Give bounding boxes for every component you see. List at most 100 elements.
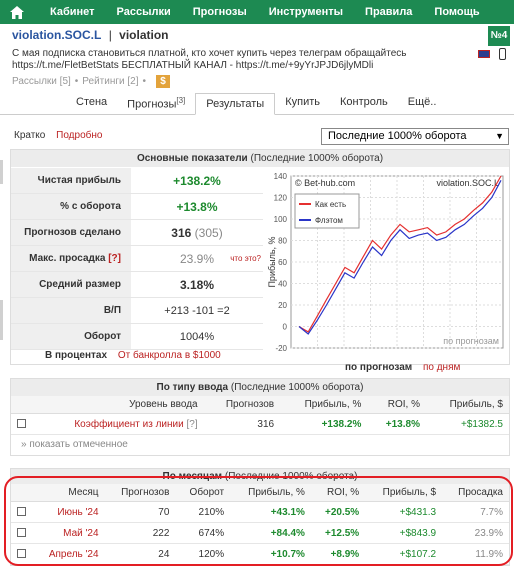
tab-forecasts[interactable]: Прогнозы[3] bbox=[117, 92, 195, 114]
row-checkbox[interactable] bbox=[17, 549, 26, 559]
stat-label: Прогнозов сделано bbox=[11, 220, 131, 245]
tab-buy[interactable]: Купить bbox=[275, 92, 330, 114]
uk-flag-icon[interactable] bbox=[478, 50, 490, 58]
row-checkbox[interactable] bbox=[17, 528, 26, 538]
y-tick-label: 80 bbox=[278, 237, 287, 246]
nav-help[interactable]: Помощь bbox=[434, 6, 479, 18]
cell-profit-usd: +$1382.5 bbox=[425, 413, 509, 435]
header-cell bbox=[11, 484, 32, 502]
period-select[interactable]: Последние 1000% оборота ▼ bbox=[321, 128, 509, 145]
header-cell[interactable]: Просадка bbox=[442, 484, 509, 502]
bank-label[interactable]: От банкролла в $1000 bbox=[118, 350, 221, 361]
header-cell[interactable]: Прибыль, $ bbox=[365, 484, 443, 502]
header-cell[interactable]: Прибыль, % bbox=[280, 396, 368, 414]
stat-label: Средний размер bbox=[11, 272, 131, 297]
header-cell bbox=[11, 396, 32, 414]
cell-count: 222 bbox=[104, 522, 176, 544]
stat-row: Оборот 1004% bbox=[11, 324, 263, 350]
panel-title-rest: (Последние 1000% оборота) bbox=[224, 471, 358, 482]
cell-profit-usd: +$431.3 bbox=[365, 501, 443, 523]
title-separator: | bbox=[108, 28, 112, 42]
y-tick-label: 20 bbox=[278, 301, 287, 310]
cell-month[interactable]: Апрель '24 bbox=[32, 543, 105, 565]
stat-label: Чистая прибыль bbox=[11, 168, 131, 193]
y-tick-label: 140 bbox=[274, 172, 288, 181]
header-cell[interactable]: Уровень ввода bbox=[32, 396, 204, 414]
header-cell[interactable]: ROI, % bbox=[367, 396, 426, 414]
stat-row: Чистая прибыль +138.2% bbox=[11, 168, 263, 194]
nav-forecasts[interactable]: Прогнозы bbox=[193, 6, 247, 18]
stats-table: Чистая прибыль +138.2% % с оборота +13.8… bbox=[11, 168, 263, 350]
pct-label[interactable]: В процентах bbox=[45, 350, 107, 361]
axis-switch: по прогнозам по дням bbox=[345, 362, 460, 373]
profile-nick[interactable]: violation.SOC.L bbox=[12, 28, 101, 42]
stat-label: % с оборота bbox=[11, 194, 131, 219]
y-tick-label: 120 bbox=[274, 194, 288, 203]
cell-count: 70 bbox=[104, 501, 176, 523]
header-cell[interactable]: Оборот bbox=[175, 484, 231, 502]
turnover-value: 1004% bbox=[179, 330, 215, 343]
stat-label: Макс. просадка bbox=[29, 253, 106, 264]
y-tick-label: 60 bbox=[278, 258, 287, 267]
stat-label: Оборот bbox=[11, 324, 131, 349]
row-checkbox[interactable] bbox=[17, 507, 26, 517]
net-profit-value: +138.2% bbox=[173, 173, 221, 188]
nav-rules[interactable]: Правила bbox=[365, 6, 412, 18]
help-link[interactable]: [?] bbox=[187, 419, 198, 430]
stat-row: % с оборота +13.8% bbox=[11, 194, 263, 220]
stat-label: В/П bbox=[11, 298, 131, 323]
cell-roi: +13.8% bbox=[367, 413, 426, 435]
tab-label: Ещё.. bbox=[407, 96, 437, 108]
stat-row: Макс. просадка [?] 23.9% что это? bbox=[11, 246, 263, 272]
profile-header: violation.SOC.L | violation С мая подпис… bbox=[12, 28, 502, 88]
mode-detail[interactable]: Подробно bbox=[56, 130, 102, 141]
tab-label: Стена bbox=[76, 96, 108, 108]
nav-mailings[interactable]: Рассылки bbox=[117, 6, 171, 18]
tab-control[interactable]: Контроль bbox=[330, 92, 398, 114]
cell-turnover: 674% bbox=[175, 522, 231, 544]
cell-month[interactable]: Июнь '24 bbox=[32, 501, 105, 523]
avg-size-value: 3.18% bbox=[179, 277, 215, 292]
cell-month[interactable]: Май '24 bbox=[32, 522, 105, 544]
nav-cabinet[interactable]: Кабинет bbox=[50, 6, 95, 18]
axis-by-forecasts[interactable]: по прогнозам bbox=[345, 362, 412, 373]
home-icon[interactable] bbox=[6, 0, 28, 24]
stat-row: В/П +213 -101 =2 bbox=[11, 298, 263, 324]
row-checkbox[interactable] bbox=[17, 419, 26, 429]
mode-brief[interactable]: Кратко bbox=[14, 130, 45, 141]
dollar-icon[interactable]: $ bbox=[156, 75, 171, 88]
nav-tools[interactable]: Инструменты bbox=[269, 6, 343, 18]
y-axis-label: Прибыль, % bbox=[267, 236, 277, 287]
profile-description: С мая подписка становиться платной, кто … bbox=[12, 48, 407, 71]
tab-wall[interactable]: Стена bbox=[66, 92, 117, 114]
cell-profit-usd: +$107.2 bbox=[365, 543, 443, 565]
main-stats-panel: Основные показатели (Последние 1000% обо… bbox=[10, 149, 510, 373]
profit-chart-svg: -20 0 20 40 60 80 100 120 140 © Bet-hub.com violat… bbox=[267, 172, 504, 353]
header-cell[interactable]: Прогнозов bbox=[104, 484, 176, 502]
mobile-icon[interactable] bbox=[499, 48, 506, 60]
chart-site: © Bet-hub.com bbox=[295, 178, 355, 188]
table-row: Коэффициент из линии [?] 316 +138.2% +13… bbox=[11, 413, 509, 435]
turnover-pct-value: +13.8% bbox=[176, 199, 218, 214]
header-cell[interactable]: Месяц bbox=[32, 484, 105, 502]
help-link[interactable]: [?] bbox=[108, 253, 121, 264]
header-cell[interactable]: Прибыль, $ bbox=[425, 396, 509, 414]
header-cell[interactable]: Прибыль, % bbox=[230, 484, 311, 502]
mailings-link[interactable]: Рассылки [5] bbox=[12, 76, 71, 87]
y-tick-label: 40 bbox=[278, 280, 287, 289]
header-cell[interactable]: Прогнозов bbox=[203, 396, 281, 414]
header-cell[interactable]: ROI, % bbox=[310, 484, 366, 502]
input-level[interactable]: Коэффициент из линии bbox=[74, 419, 183, 430]
cell-profit-usd: +$843.9 bbox=[365, 522, 443, 544]
by-type-table: Уровень ввода Прогнозов Прибыль, % ROI, … bbox=[11, 396, 509, 435]
panel-title: По месяцам (Последние 1000% оборота) bbox=[11, 469, 509, 484]
panel-title-bold: Основные показатели bbox=[136, 153, 248, 164]
tab-more[interactable]: Ещё.. bbox=[398, 92, 447, 114]
show-marked-link[interactable]: » показать отмеченное bbox=[11, 435, 509, 454]
axis-by-days[interactable]: по дням bbox=[423, 362, 460, 373]
tab-results[interactable]: Результаты bbox=[195, 93, 276, 115]
ratings-link[interactable]: Рейтинги [2] bbox=[82, 76, 138, 87]
units-switch: В процентах От банкролла в $1000 bbox=[45, 350, 221, 361]
what-is-link[interactable]: что это? bbox=[230, 254, 261, 263]
view-mode: Кратко Подробно bbox=[14, 130, 102, 141]
